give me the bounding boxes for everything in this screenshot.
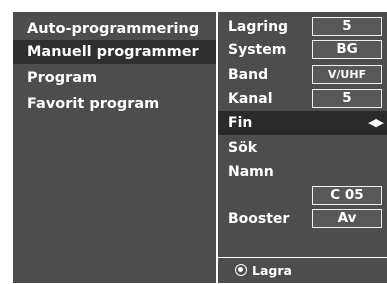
setting-label: Kanal	[228, 91, 273, 107]
menu-item-manuell-programmer[interactable]: Manuell programmer	[13, 40, 216, 64]
setting-label: Fin	[228, 115, 253, 131]
setting-row-namn-value[interactable]: C 05	[218, 184, 387, 208]
band-value[interactable]: V/UHF	[312, 65, 382, 84]
footer-bar: Lagra	[218, 257, 387, 283]
left-menu-panel: Auto-programmering Manuell programmer Pr…	[13, 12, 216, 283]
tv-osd-menu: Auto-programmering Manuell programmer Pr…	[0, 0, 387, 284]
radio-button-icon	[235, 264, 247, 276]
setting-row-namn-label[interactable]: Namn	[218, 160, 387, 184]
settings-panel: Lagring 5 System BG Band V/UHF Kanal 5 F…	[218, 12, 387, 283]
lagring-value[interactable]: 5	[312, 17, 382, 36]
setting-label: Booster	[228, 211, 290, 227]
setting-label: System	[228, 42, 287, 58]
setting-row-system[interactable]: System BG	[218, 38, 387, 62]
menu-item-favorit-program[interactable]: Favorit program	[13, 92, 216, 116]
setting-label: Band	[228, 67, 269, 83]
namn-value[interactable]: C 05	[312, 186, 382, 205]
setting-row-sok[interactable]: Sök	[218, 136, 387, 160]
save-action-label[interactable]: Lagra	[252, 258, 292, 283]
kanal-value[interactable]: 5	[312, 89, 382, 108]
setting-label: Lagring	[228, 19, 289, 35]
booster-value[interactable]: Av	[312, 209, 382, 228]
left-right-arrows-icon[interactable]: ◀▶	[368, 111, 384, 135]
setting-row-fin[interactable]: Fin ◀▶	[218, 111, 387, 135]
setting-label: Namn	[228, 164, 274, 180]
setting-label: Sök	[228, 140, 258, 156]
setting-row-booster[interactable]: Booster Av	[218, 207, 387, 231]
setting-row-lagring[interactable]: Lagring 5	[218, 15, 387, 39]
menu-item-auto-programmering[interactable]: Auto-programmering	[13, 17, 216, 41]
setting-row-band[interactable]: Band V/UHF	[218, 63, 387, 87]
setting-row-kanal[interactable]: Kanal 5	[218, 87, 387, 111]
system-value[interactable]: BG	[312, 40, 382, 59]
menu-item-program[interactable]: Program	[13, 66, 216, 90]
